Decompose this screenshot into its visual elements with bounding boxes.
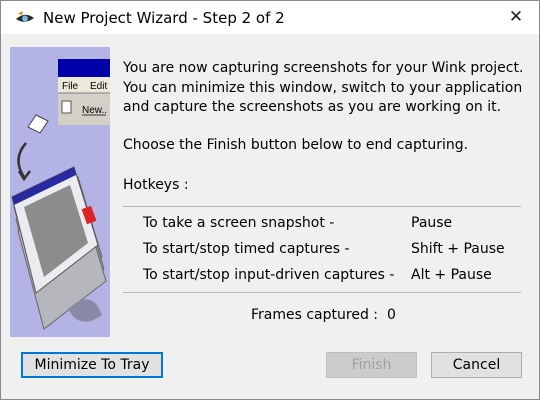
hotkeys-heading: Hotkeys : [123,177,189,193]
window-title: New Project Wizard - Step 2 of 2 [43,9,285,27]
stacked-screenshots-graphic [11,166,107,330]
finish-button[interactable]: Finish [326,352,417,378]
hotkey-action: To start/stop input-driven captures - [143,267,395,283]
hotkey-action: To take a screen snapshot - [143,215,335,231]
hotkey-key: Alt + Pause [411,267,492,283]
wink-app-icon [16,11,34,22]
intro-text: You are now capturing screenshots for yo… [123,60,524,115]
hotkey-row: To start/stop timed captures - Shift + P… [143,241,523,261]
minimize-to-tray-button[interactable]: Minimize To Tray [21,352,163,378]
hotkey-row: To start/stop input-driven captures - Al… [143,267,523,287]
hotkeys-bottom-divider [123,292,521,293]
wizard-window: New Project Wizard - Step 2 of 2 ✕ File … [0,0,540,400]
hotkey-row: To take a screen snapshot - Pause [143,215,523,235]
title-bar[interactable]: New Project Wizard - Step 2 of 2 ✕ [1,1,539,34]
cancel-button[interactable]: Cancel [431,352,522,378]
close-button[interactable]: ✕ [493,1,539,34]
capture-illustration: File Edit New.. [11,59,110,330]
hotkey-key: Shift + Pause [411,241,505,257]
hotkey-action: To start/stop timed captures - [143,241,350,257]
frames-captured-label: Frames captured : [251,307,379,323]
frames-captured-value: 0 [387,307,396,323]
menu-edit-text: Edit [90,81,107,92]
hotkey-key: Pause [411,215,453,231]
menu-new-text: New.. [82,105,107,116]
finish-instructions: Choose the Finish button below to end ca… [123,137,469,153]
wizard-side-image: File Edit New.. [10,47,110,337]
hotkeys-top-divider [123,206,521,207]
menu-file-text: File [62,81,79,92]
